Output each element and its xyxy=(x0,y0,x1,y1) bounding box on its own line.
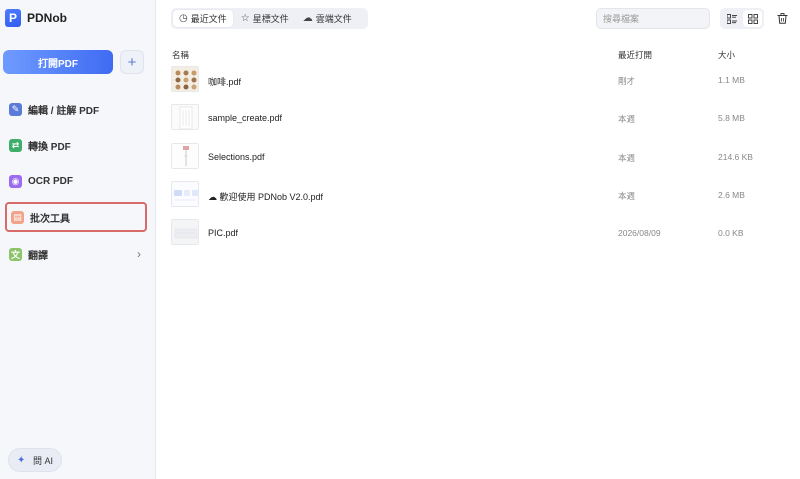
file-name: ☁ 歡迎使用 PDNob V2.0.pdf xyxy=(208,192,324,202)
clock-icon: ◷ xyxy=(179,13,188,24)
file-name: PIC.pdf xyxy=(208,228,239,238)
file-row[interactable]: 咖啡.pdf 剛才 1.1 MB xyxy=(170,63,780,97)
list-view-icon xyxy=(726,13,737,24)
file-row[interactable]: Selections.pdf 本週 214.6 KB xyxy=(170,140,780,174)
file-row[interactable]: ☁ 歡迎使用 PDNob V2.0.pdf 本週 2.6 MB xyxy=(170,178,780,212)
sidebar-item-label: 轉換 PDF xyxy=(28,141,71,153)
file-row[interactable]: PIC.pdf 2026/08/09 0.0 KB xyxy=(170,216,780,250)
ai-icon: ✦ xyxy=(17,454,26,466)
file-thumbnail xyxy=(171,66,199,92)
file-size: 0.0 KB xyxy=(718,228,744,238)
file-tabs: ◷ 最近文件 ☆ 星標文件 ☁ 雲端文件 xyxy=(171,8,368,29)
column-header-recent[interactable]: 最近打開 xyxy=(618,49,652,61)
tab-cloud[interactable]: ☁ 雲端文件 xyxy=(297,10,358,27)
tab-label: 最近文件 xyxy=(190,14,227,24)
edit-icon: ✎ xyxy=(9,102,22,116)
batch-icon: ▤ xyxy=(11,210,24,224)
list-view-button[interactable] xyxy=(722,10,741,27)
trash-icon xyxy=(777,12,787,24)
file-last-opened: 2026/08/09 xyxy=(618,228,661,238)
pdnob-logo-icon: P xyxy=(5,9,21,27)
file-name: 咖啡.pdf xyxy=(208,77,242,87)
tab-starred[interactable]: ☆ 星標文件 xyxy=(235,10,295,27)
app-logo: P PDNob xyxy=(5,9,67,27)
ask-ai-button[interactable]: ✦ 問 AI xyxy=(8,448,62,472)
file-row[interactable]: sample_create.pdf 本週 5.8 MB xyxy=(170,101,780,135)
file-last-opened: 本週 xyxy=(618,114,636,124)
file-thumbnail xyxy=(171,104,199,130)
convert-icon: ⇄ xyxy=(9,138,22,152)
cloud-icon: ☁ xyxy=(302,13,313,24)
ask-ai-label: 問 AI xyxy=(33,455,54,466)
add-button[interactable]: + xyxy=(120,50,144,74)
file-last-opened: 本週 xyxy=(618,191,636,201)
sidebar-item-ocr[interactable]: ◉ OCR PDF xyxy=(5,166,147,196)
tab-label: 雲端文件 xyxy=(315,14,352,24)
sidebar-item-label: OCR PDF xyxy=(28,175,73,187)
open-pdf-button[interactable]: 打開PDF xyxy=(3,50,113,74)
search-input[interactable] xyxy=(596,8,710,29)
column-header-size[interactable]: 大小 xyxy=(718,49,735,61)
sidebar: P PDNob 打開PDF + ✎ 編輯 / 註解 PDF ⇄ 轉換 PDF ◉… xyxy=(0,0,156,479)
sidebar-item-translate[interactable]: 文 翻譯 › xyxy=(5,239,147,269)
file-name: sample_create.pdf xyxy=(208,113,283,123)
file-size: 1.1 MB xyxy=(718,75,745,85)
tab-label: 星標文件 xyxy=(252,14,289,24)
file-thumbnail xyxy=(171,219,199,245)
sidebar-item-convert[interactable]: ⇄ 轉換 PDF xyxy=(5,130,147,160)
sidebar-item-label: 批次工具 xyxy=(30,213,70,225)
sidebar-item-label: 翻譯 xyxy=(28,250,48,262)
chevron-right-icon: › xyxy=(137,247,141,261)
grid-view-button[interactable] xyxy=(743,10,762,27)
file-thumbnail xyxy=(171,143,199,169)
ocr-icon: ◉ xyxy=(9,174,22,188)
sidebar-item-label: 編輯 / 註解 PDF xyxy=(28,105,100,117)
tab-recent[interactable]: ◷ 最近文件 xyxy=(173,10,233,27)
sidebar-item-edit[interactable]: ✎ 編輯 / 註解 PDF xyxy=(5,94,147,124)
app-name: PDNob xyxy=(27,11,67,25)
file-size: 5.8 MB xyxy=(718,113,745,123)
grid-view-icon xyxy=(747,13,758,24)
column-header-name[interactable]: 名稱 xyxy=(172,49,189,61)
file-size: 214.6 KB xyxy=(718,152,753,162)
file-last-opened: 剛才 xyxy=(618,76,636,86)
translate-icon: 文 xyxy=(9,247,22,261)
sidebar-item-batch[interactable]: ▤ 批次工具 xyxy=(5,202,147,232)
file-name: Selections.pdf xyxy=(208,152,265,162)
trash-button[interactable] xyxy=(774,10,790,26)
star-icon: ☆ xyxy=(240,13,250,24)
file-last-opened: 本週 xyxy=(618,153,636,163)
view-toggle xyxy=(720,8,764,29)
file-thumbnail xyxy=(171,181,199,207)
file-size: 2.6 MB xyxy=(718,190,745,200)
